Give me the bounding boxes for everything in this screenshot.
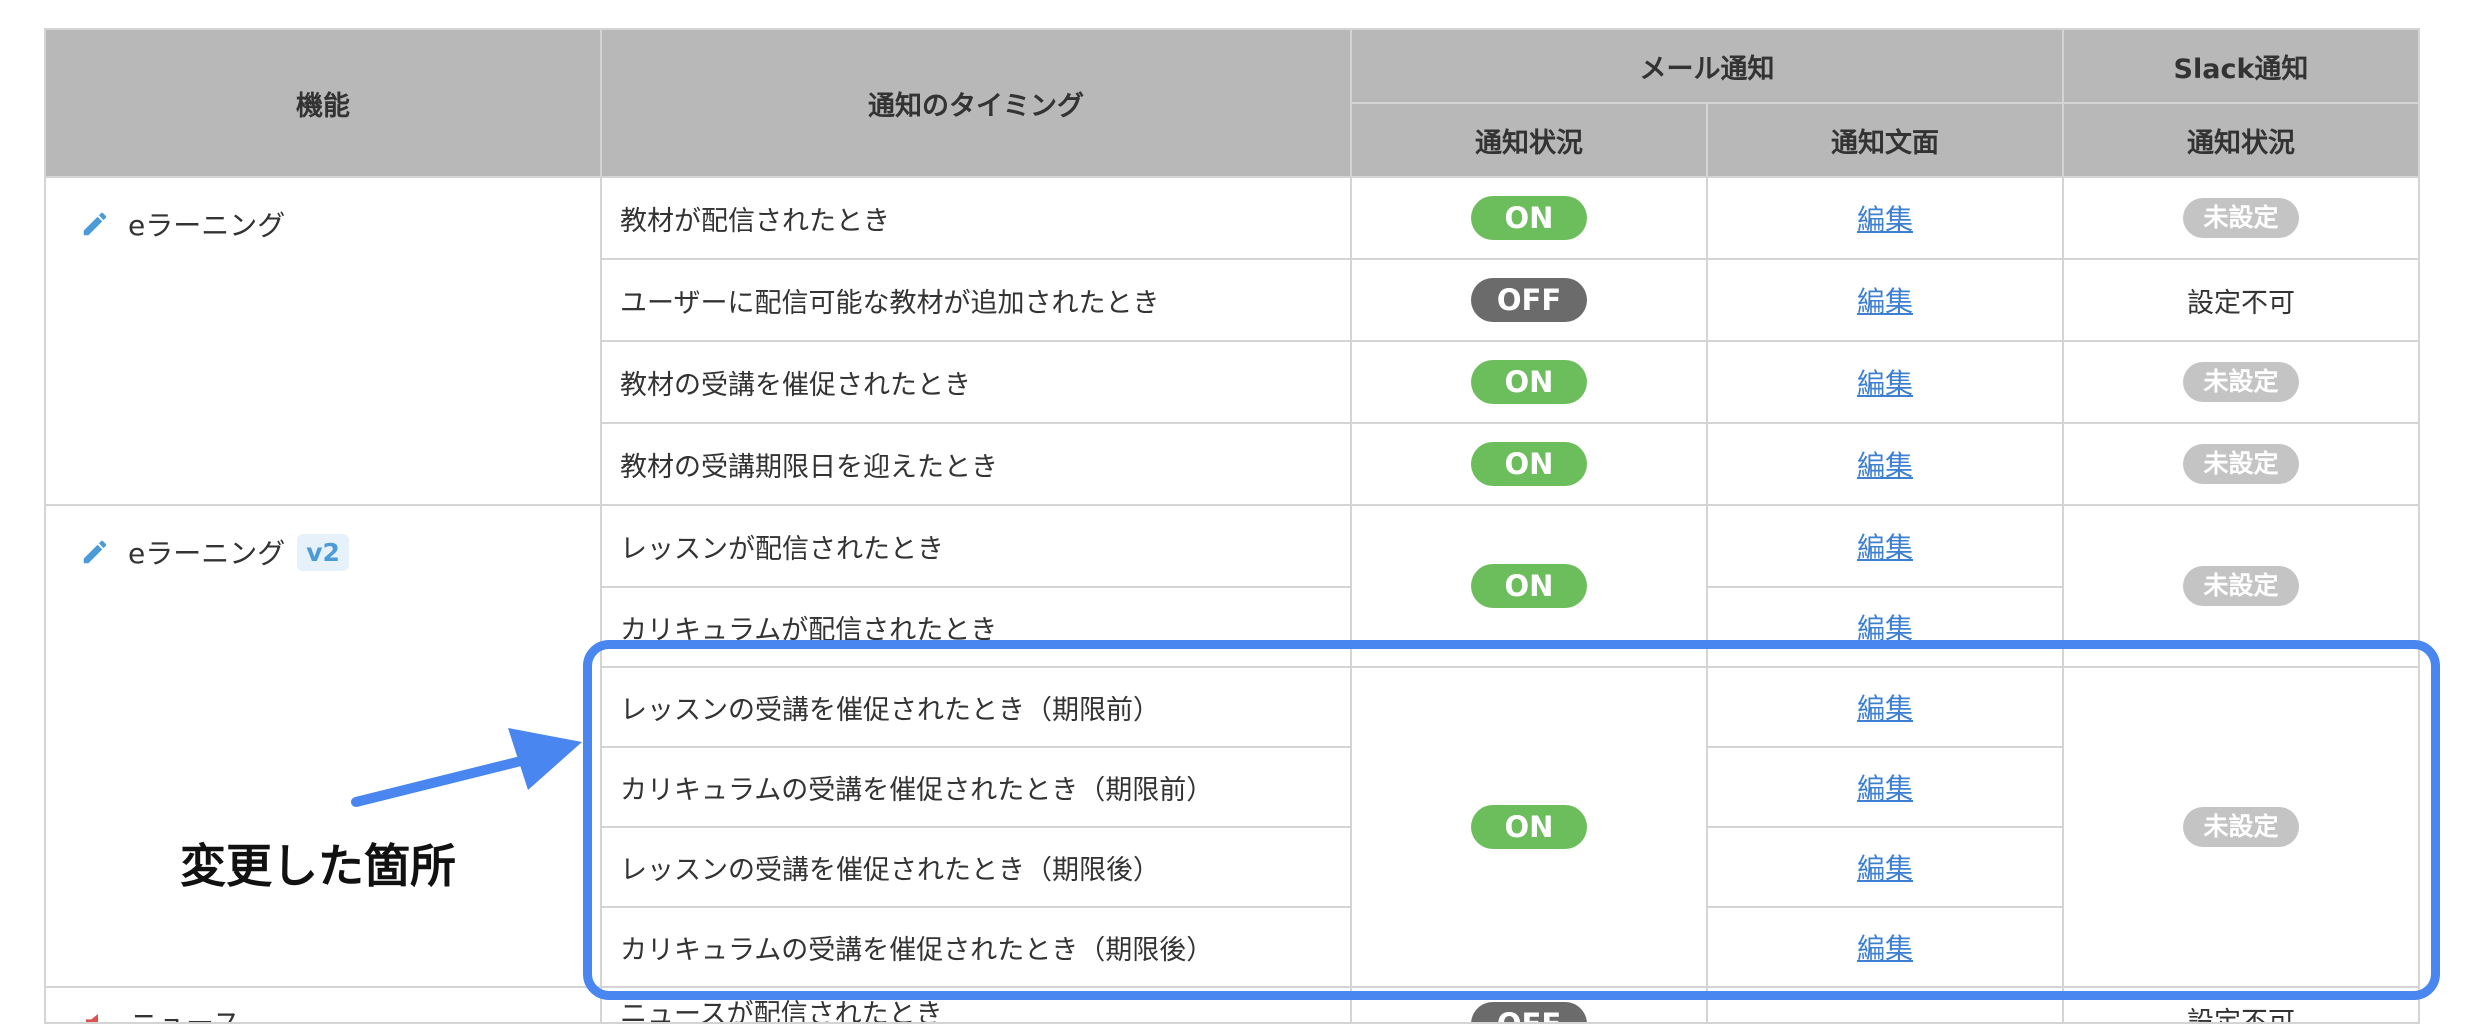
header-mail-status: 通知状況 [1350, 102, 1708, 178]
header-slack-status: 通知状況 [2062, 102, 2420, 178]
mail-status-toggle[interactable]: ON [1471, 564, 1587, 608]
edit-mail-text-link[interactable]: 編集 [1857, 932, 1913, 965]
megaphone-icon [86, 1014, 98, 1021]
mail-status-toggle[interactable]: OFF [1471, 278, 1587, 322]
slack-status-text: 設定不可 [2062, 258, 2420, 342]
timing-label: ニュースが配信されたとき [620, 999, 943, 1022]
feature-label: eラーニング [128, 209, 286, 242]
timing-label: レッスンの受講を催促されたとき（期限後） [600, 826, 1352, 908]
timing-label: カリキュラムが配信されたとき [600, 586, 1352, 668]
version-badge: v2 [297, 533, 349, 571]
header-slack-notification: Slack通知 [2062, 28, 2420, 104]
edit-mail-text-link[interactable]: 編集 [1857, 852, 1913, 885]
timing-label: 教材の受講期限日を迎えたとき [600, 422, 1352, 506]
slack-status-badge[interactable]: 未設定 [2183, 198, 2299, 238]
feature-label: ニュース [130, 1002, 241, 1021]
table-row: ニュース ニュースが配信されたとき OFF 設定不可 [44, 986, 2420, 1024]
header-timing: 通知のタイミング [600, 28, 1352, 178]
annotation-arrow-icon [351, 728, 582, 807]
timing-label: ユーザーに配信可能な教材が追加されたとき [600, 258, 1352, 342]
timing-label: レッスンの受講を催促されたとき（期限前） [600, 666, 1352, 748]
feature-cell-elearning: eラーニング [44, 176, 602, 506]
header-mail-text: 通知文面 [1706, 102, 2064, 178]
slack-status-text: 設定不可 [2065, 1000, 2417, 1021]
edit-mail-text-link[interactable]: 編集 [1857, 285, 1913, 318]
edit-mail-text-link[interactable]: 編集 [1857, 772, 1913, 805]
edit-mail-text-link[interactable]: 編集 [1857, 367, 1913, 400]
mail-status-toggle[interactable]: ON [1471, 360, 1587, 404]
mail-status-toggle[interactable]: ON [1471, 805, 1587, 849]
pencil-icon [83, 212, 107, 236]
table-row: eラーニング 教材が配信されたとき ON 編集 未設定 [44, 176, 2420, 506]
annotation-label: 変更した箇所 [180, 839, 456, 893]
table-row: eラーニング v2 レッスンが配信されたとき ON 編集 未設定 [44, 504, 2420, 988]
timing-label: カリキュラムの受講を催促されたとき（期限後） [600, 906, 1352, 988]
edit-mail-text-link[interactable]: 編集 [1857, 531, 1913, 564]
slack-status-badge[interactable]: 未設定 [2183, 807, 2299, 847]
timing-label: カリキュラムの受講を催促されたとき（期限前） [600, 746, 1352, 828]
slack-status-badge[interactable]: 未設定 [2183, 362, 2299, 402]
mail-status-toggle[interactable]: ON [1471, 196, 1587, 240]
edit-mail-text-link[interactable]: 編集 [1857, 449, 1913, 482]
slack-status-badge[interactable]: 未設定 [2183, 566, 2299, 606]
timing-label: 教材が配信されたとき [600, 176, 1352, 260]
feature-label: eラーニング [128, 537, 286, 570]
feature-cell-news: ニュース [44, 986, 602, 1024]
header-mail-notification: メール通知 [1350, 28, 2064, 104]
header-feature: 機能 [44, 28, 602, 178]
slack-status-badge[interactable]: 未設定 [2183, 444, 2299, 484]
pencil-icon [83, 540, 107, 564]
edit-mail-text-link[interactable]: 編集 [1857, 692, 1913, 725]
mail-status-toggle[interactable]: OFF [1471, 1002, 1587, 1021]
edit-mail-text-link[interactable]: 編集 [1857, 203, 1913, 236]
edit-mail-text-link[interactable]: 編集 [1857, 612, 1913, 645]
timing-label: 教材の受講を催促されたとき [600, 340, 1352, 424]
timing-label: レッスンが配信されたとき [600, 504, 1352, 588]
mail-status-toggle[interactable]: ON [1471, 442, 1587, 486]
